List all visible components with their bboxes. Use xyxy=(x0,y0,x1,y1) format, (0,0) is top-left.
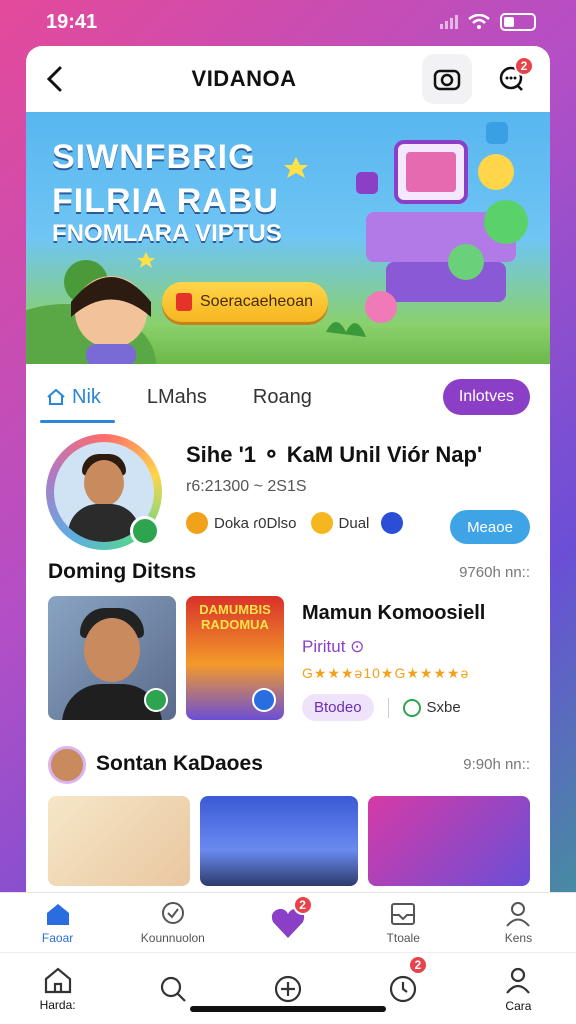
tabbar2-item-search[interactable] xyxy=(115,953,230,1024)
carousel-card[interactable] xyxy=(200,796,358,886)
featured-subtitle: Piritut ⊙ xyxy=(302,637,365,656)
app-card: VIDANOA 2 SIWNFBRIG FILRIA RABU FNOMLARA… xyxy=(26,46,550,892)
hero-cta-button[interactable]: Soeracaeheoan xyxy=(162,282,328,322)
chat-icon xyxy=(161,901,184,924)
profile-icon xyxy=(506,967,531,994)
tag-icon xyxy=(176,293,192,311)
inbox-icon xyxy=(391,902,416,925)
profile-stats: Doka ɾ0Dlso Dual xyxy=(186,512,404,534)
user-icon xyxy=(506,901,531,927)
messages-button[interactable]: 2 xyxy=(486,54,536,104)
section-header-creators: Sontan KaDaoes 9:90h nn:: xyxy=(26,734,550,796)
system-tab-bar: Harda: 2 Cara xyxy=(0,952,576,1024)
creator-carousel[interactable] xyxy=(26,796,550,886)
section-meta[interactable]: 9760h nn:: xyxy=(459,564,530,581)
category-chip[interactable]: Btodeo xyxy=(302,694,374,721)
profile-card: Sihe '1 ⚬ KaM Unil Viór Nap' r6:21300 ~ … xyxy=(26,430,550,552)
hero-cta-label: Soeracaeheoan xyxy=(200,293,313,310)
featured-item[interactable]: DAMUMBIS RADOMUA Mamun Komoosiell Piritu… xyxy=(26,596,550,734)
tabbar-item-home[interactable]: Faoar xyxy=(0,893,115,952)
tab-roang[interactable]: Roang xyxy=(253,386,312,409)
profile-name: Sihe '1 ⚬ KaM Unil Viór Nap' xyxy=(186,442,483,467)
featured-title: Mamun Komoosiell xyxy=(302,602,486,624)
section-meta[interactable]: 9:90h nn:: xyxy=(463,756,530,773)
profile-subtitle: r6:21300 ~ 2S1S xyxy=(186,478,307,495)
hero-banner[interactable]: SIWNFBRIG FILRIA RABU FNOMLARA VIPTUS So… xyxy=(26,112,550,364)
search-icon xyxy=(160,976,186,1002)
tabbar2-item-notifications[interactable]: 2 xyxy=(346,953,461,1024)
rating-stars: G★★★ǝ10★G★★★★ǝ xyxy=(302,665,470,681)
follow-button[interactable]: Meaoe xyxy=(450,510,530,544)
plus-icon xyxy=(310,512,333,534)
tabbar2-item-home[interactable]: Harda: xyxy=(0,953,115,1024)
tabbar2-item-add[interactable] xyxy=(230,953,345,1024)
back-arrow-icon[interactable] xyxy=(44,65,66,93)
wifi-icon xyxy=(468,14,490,29)
clock-ring-icon xyxy=(402,698,421,717)
favorites-badge: 2 xyxy=(292,895,313,915)
home-icon xyxy=(46,903,69,925)
app-title: VIDANOA xyxy=(191,66,297,91)
play-icon xyxy=(252,688,276,712)
section-avatar xyxy=(48,746,86,784)
notification-badge: 2 xyxy=(513,56,534,76)
battery-icon xyxy=(500,13,536,31)
home-indicator[interactable] xyxy=(190,1006,386,1012)
section-title: Sontan KaDaoes xyxy=(96,752,263,775)
camera-icon xyxy=(433,69,461,91)
tabbar-item-account[interactable]: Kens xyxy=(461,893,576,952)
cellular-signal-icon xyxy=(440,15,458,29)
notifications-badge: 2 xyxy=(407,955,428,975)
section-title: Doming Ditsns xyxy=(48,560,197,583)
verified-icon xyxy=(144,688,168,712)
share-action[interactable]: Sxbe xyxy=(402,698,461,717)
notification-icon xyxy=(390,975,417,1002)
tab-mahs[interactable]: LMahs xyxy=(147,386,207,409)
section-header-trending: Doming Ditsns 9760h nn:: xyxy=(26,552,550,596)
tab-pill-invites[interactable]: Inlotves xyxy=(442,379,530,415)
coin-icon xyxy=(186,512,208,534)
home-small-icon xyxy=(47,388,65,405)
featured-thumbnail-person[interactable] xyxy=(48,596,176,720)
hero-illustration xyxy=(26,122,528,364)
app-tab-bar: Faoar Kounnuolon 2 Ttoale Kens xyxy=(0,892,576,952)
featured-thumbnail-poster[interactable]: DAMUMBIS RADOMUA xyxy=(186,596,284,720)
top-bar: VIDANOA 2 xyxy=(26,46,550,112)
tab-home[interactable]: Nik xyxy=(40,386,115,423)
clock-icon xyxy=(381,512,404,534)
online-status-icon xyxy=(130,516,160,546)
tabbar-item-inbox[interactable]: Ttoale xyxy=(346,893,461,952)
carousel-card[interactable] xyxy=(368,796,530,886)
add-icon xyxy=(274,975,302,1002)
home-outline-icon xyxy=(44,967,71,993)
status-time: 19:41 xyxy=(46,10,98,33)
tabbar-item-favorites[interactable]: 2 xyxy=(230,893,345,952)
status-bar: 19:41 xyxy=(0,0,576,44)
camera-button[interactable] xyxy=(421,54,472,104)
tab-bar: Nik LMahs Roang Inlotves xyxy=(26,364,550,430)
tabbar-item-messages[interactable]: Kounnuolon xyxy=(115,893,230,952)
carousel-card[interactable] xyxy=(48,796,190,886)
tabbar2-item-profile[interactable]: Cara xyxy=(461,953,576,1024)
